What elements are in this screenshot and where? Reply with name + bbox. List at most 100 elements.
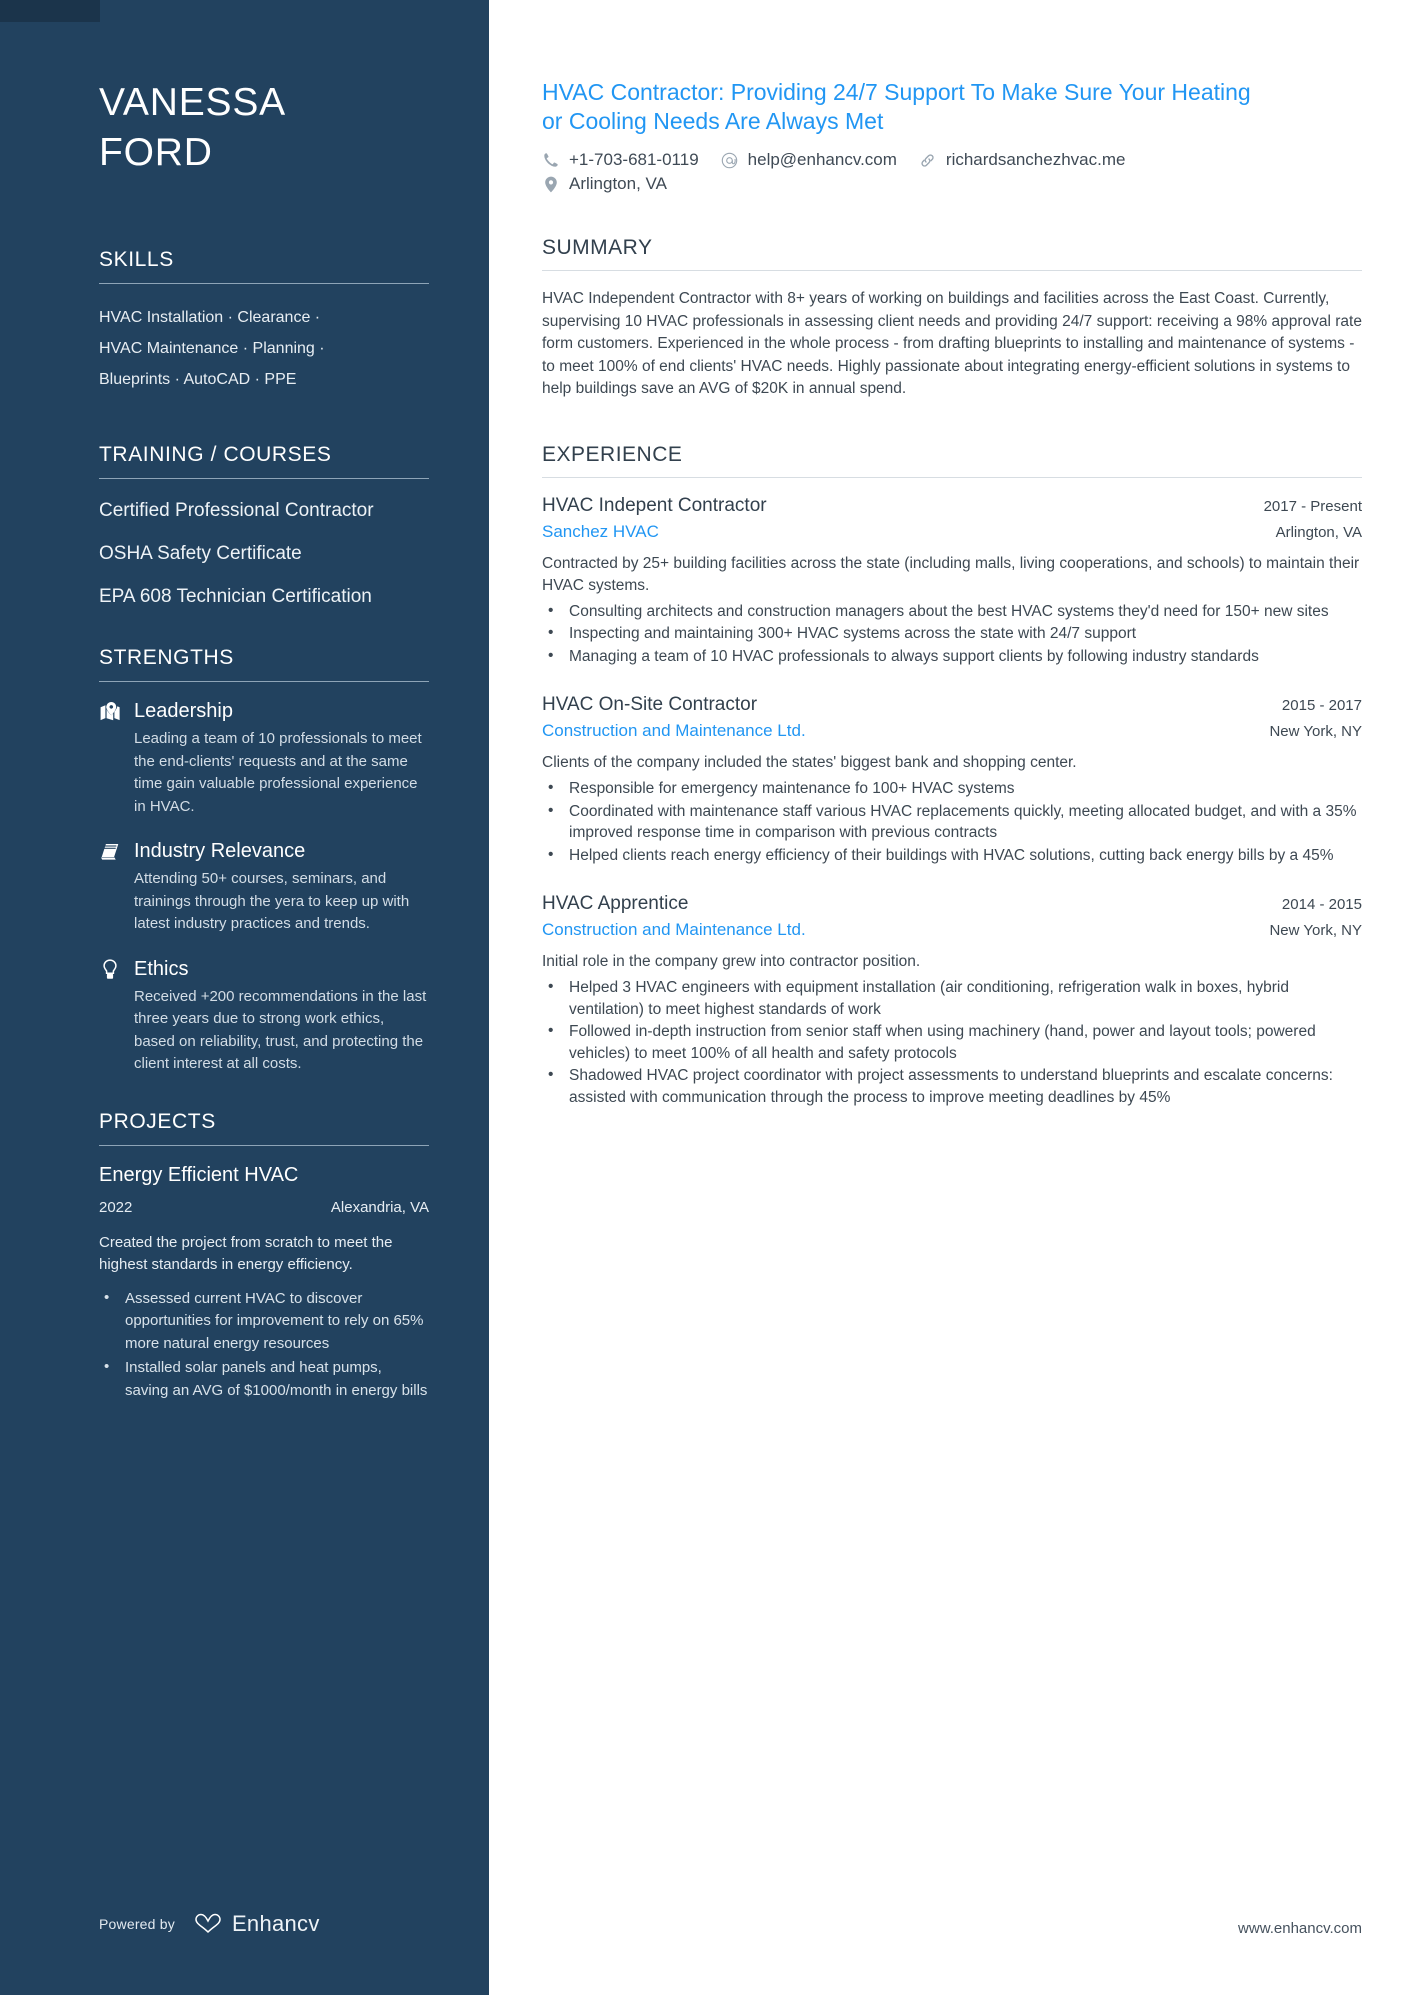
footer-url[interactable]: www.enhancv.com bbox=[1238, 1920, 1362, 1937]
training-heading: TRAINING / COURSES bbox=[99, 443, 332, 466]
experience-divider bbox=[542, 476, 1362, 478]
project-year: 2022 bbox=[99, 1198, 133, 1216]
contact-email-value: help@enhancv.com bbox=[747, 150, 897, 169]
job-bullet: Responsible for emergency maintenance fo… bbox=[542, 777, 1362, 800]
job-title: HVAC On-Site Contractor bbox=[542, 694, 758, 715]
job-company[interactable]: Construction and Maintenance Ltd. bbox=[542, 920, 806, 940]
skills-heading: SKILLS bbox=[99, 248, 174, 271]
project-bullet: Installed solar panels and heat pumps, s… bbox=[99, 1356, 429, 1402]
skill-line: Blueprints · AutoCAD · PPE bbox=[99, 371, 297, 388]
job-company[interactable]: Sanchez HVAC bbox=[542, 522, 659, 542]
job-dates: 2014 - 2015 bbox=[1281, 896, 1362, 913]
last-name: FORD bbox=[99, 131, 213, 174]
skill-line: HVAC Maintenance · Planning · bbox=[99, 340, 325, 357]
project-location: Alexandria, VA bbox=[330, 1198, 429, 1216]
strengths-heading: STRENGTHS bbox=[99, 646, 234, 669]
lightbulb-icon bbox=[99, 958, 121, 980]
job-description: Contracted by 25+ building facilities ac… bbox=[542, 554, 1360, 594]
experience-section: EXPERIENCE HVAC Indepent Contractor 2017… bbox=[542, 443, 1362, 1109]
candidate-name: VANESSA FORD bbox=[99, 0, 429, 178]
job-description: Initial role in the company grew into co… bbox=[542, 953, 921, 970]
experience-item: HVAC Indepent Contractor 2017 - Present … bbox=[542, 495, 1362, 668]
experience-item: HVAC On-Site Contractor 2015 - 2017 Cons… bbox=[542, 694, 1362, 866]
contact-location: Arlington, VA bbox=[542, 174, 667, 194]
training-divider bbox=[99, 478, 429, 479]
strength-item: Industry Relevance Attending 50+ courses… bbox=[99, 840, 429, 936]
job-bullet: Consulting architects and construction m… bbox=[542, 600, 1362, 623]
course-item: EPA 608 Technician Certification bbox=[99, 586, 372, 607]
sidebar-top-strip bbox=[0, 0, 100, 22]
skills-divider bbox=[99, 283, 429, 284]
location-pin-icon bbox=[542, 175, 560, 193]
job-title: HVAC Indepent Contractor bbox=[542, 494, 767, 516]
skills-section: SKILLS HVAC Installation · Clearance · H… bbox=[99, 248, 429, 395]
job-bullets: Helped 3 HVAC engineers with equipment i… bbox=[542, 976, 1362, 1108]
job-location: New York, NY bbox=[1269, 922, 1362, 939]
job-bullet: Managing a team of 10 HVAC professionals… bbox=[542, 645, 1362, 668]
job-description: Clients of the company included the stat… bbox=[542, 754, 1077, 771]
email-icon bbox=[721, 151, 739, 169]
main-content: HVAC Contractor: Providing 24/7 Support … bbox=[489, 0, 1410, 1995]
contact-email[interactable]: help@enhancv.com bbox=[721, 150, 897, 170]
job-bullets: Consulting architects and construction m… bbox=[542, 600, 1362, 668]
job-bullet: Inspecting and maintaining 300+ HVAC sys… bbox=[542, 622, 1362, 645]
summary-text: HVAC Independent Contractor with 8+ year… bbox=[542, 290, 1362, 397]
experience-heading: EXPERIENCE bbox=[542, 442, 683, 466]
job-bullets: Responsible for emergency maintenance fo… bbox=[542, 777, 1362, 867]
projects-divider bbox=[99, 1144, 429, 1146]
contact-phone-value: +1-703-681-0119 bbox=[569, 150, 699, 169]
contact-row: +1-703-681-0119 help@enhancv.com richard… bbox=[542, 150, 1362, 170]
strength-title: Ethics bbox=[134, 957, 189, 980]
summary-divider bbox=[542, 270, 1362, 271]
summary-heading: SUMMARY bbox=[542, 236, 653, 259]
contact-phone[interactable]: +1-703-681-0119 bbox=[542, 150, 699, 170]
sidebar: VANESSA FORD SKILLS HVAC Installation · … bbox=[0, 0, 489, 1995]
job-dates: 2017 - Present bbox=[1263, 497, 1362, 515]
contact-location-value: Arlington, VA bbox=[569, 174, 667, 193]
projects-heading: PROJECTS bbox=[99, 1109, 216, 1133]
phone-icon bbox=[542, 151, 560, 169]
project-bullet: Assessed current HVAC to discover opport… bbox=[99, 1287, 429, 1356]
job-bullet: Shadowed HVAC project coordinator with p… bbox=[542, 1064, 1362, 1108]
job-bullet: Helped clients reach energy efficiency o… bbox=[542, 844, 1362, 867]
strength-item: Leadership Leading a team of 10 professi… bbox=[99, 700, 429, 818]
course-item: Certified Professional Contractor bbox=[99, 500, 374, 521]
first-name: VANESSA bbox=[99, 81, 286, 124]
job-title: HVAC Apprentice bbox=[542, 893, 689, 914]
job-company[interactable]: Construction and Maintenance Ltd. bbox=[542, 721, 806, 741]
project-item: Energy Efficient HVAC 2022 Alexandria, V… bbox=[99, 1164, 429, 1403]
contact-website-value: richardsanchezhvac.me bbox=[945, 150, 1126, 169]
experience-item: HVAC Apprentice 2014 - 2015 Construction… bbox=[542, 893, 1362, 1108]
strength-description: Attending 50+ courses, seminars, and tra… bbox=[134, 870, 410, 932]
book-icon bbox=[99, 841, 121, 863]
job-bullet: Coordinated with maintenance staff vario… bbox=[542, 800, 1362, 844]
powered-by-label: Powered by bbox=[99, 1916, 175, 1932]
strength-item: Ethics Received +200 recommendations in … bbox=[99, 958, 429, 1076]
strength-description: Received +200 recommendations in the las… bbox=[134, 987, 427, 1073]
resume-page: VANESSA FORD SKILLS HVAC Installation · … bbox=[0, 0, 1410, 1995]
enhancv-mark-icon bbox=[195, 1913, 221, 1934]
strength-title: Leadership bbox=[134, 700, 233, 722]
project-title: Energy Efficient HVAC bbox=[99, 1163, 299, 1186]
job-dates: 2015 - 2017 bbox=[1281, 697, 1362, 714]
headline: HVAC Contractor: Providing 24/7 Support … bbox=[542, 79, 1251, 134]
enhancv-wordmark: Enhancv bbox=[231, 1911, 320, 1936]
enhancv-logo: Enhancv bbox=[193, 1911, 320, 1937]
summary-section: SUMMARY HVAC Independent Contractor with… bbox=[542, 236, 1362, 401]
project-description: Created the project from scratch to meet… bbox=[99, 1233, 393, 1273]
sidebar-footer: Powered by Enhancv bbox=[99, 1911, 320, 1937]
strength-title: Industry Relevance bbox=[134, 840, 306, 862]
skill-line: HVAC Installation · Clearance · bbox=[99, 309, 321, 326]
strengths-divider bbox=[99, 681, 429, 682]
job-bullet: Helped 3 HVAC engineers with equipment i… bbox=[542, 976, 1362, 1020]
contact-row-second: Arlington, VA bbox=[542, 174, 1362, 194]
strength-description: Leading a team of 10 professionals to me… bbox=[134, 730, 422, 815]
course-item: OSHA Safety Certificate bbox=[99, 543, 302, 564]
link-icon bbox=[919, 151, 937, 169]
projects-section: PROJECTS Energy Efficient HVAC 2022 Alex… bbox=[99, 1110, 429, 1403]
job-bullet: Followed in-depth instruction from senio… bbox=[542, 1020, 1362, 1064]
contact-website[interactable]: richardsanchezhvac.me bbox=[919, 150, 1126, 170]
map-pin-icon bbox=[99, 701, 121, 723]
training-section: TRAINING / COURSES Certified Professiona… bbox=[99, 443, 429, 610]
job-location: New York, NY bbox=[1269, 723, 1362, 740]
